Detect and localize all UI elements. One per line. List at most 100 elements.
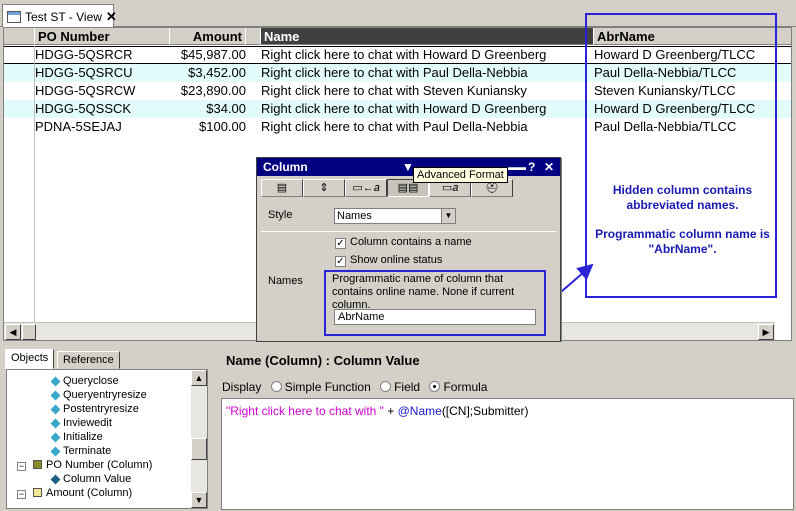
cell-name: Right click here to chat with Steven Kun…: [261, 83, 527, 98]
column-icon: [33, 460, 42, 469]
formula-args: ([CN];Submitter): [441, 404, 529, 418]
cell-amount: $23,890.00: [180, 83, 246, 98]
pane-splitter[interactable]: [0, 342, 796, 346]
scroll-left-icon[interactable]: ◀: [5, 324, 21, 340]
scroll-down-icon[interactable]: ▼: [191, 492, 207, 508]
checkbox-label: Show online status: [350, 254, 443, 266]
cell-po: HDGG-5QSRCR: [35, 47, 133, 62]
hat-icon: ⛑: [485, 182, 499, 194]
tree-item[interactable]: Inviewedit: [50, 416, 112, 430]
cell-amount: $34.00: [206, 101, 246, 116]
editor-title: Name (Column) : Column Value: [226, 353, 420, 368]
collapse-icon[interactable]: −: [17, 462, 26, 471]
tree-item-label: PO Number (Column): [46, 459, 153, 471]
close-icon[interactable]: ✕: [544, 158, 554, 176]
tab-title: Test ST - View: [25, 10, 102, 24]
info-icon: ▤: [276, 182, 288, 194]
font-icon: ▭←𝑎: [352, 182, 380, 194]
tab-reference[interactable]: Reference: [57, 351, 120, 369]
row-selector-divider: [34, 46, 35, 322]
column-header-name[interactable]: Name: [261, 28, 594, 45]
cell-po: HDGG-5QSSCK: [35, 101, 132, 116]
help-icon[interactable]: ?: [528, 158, 535, 176]
formula-radio[interactable]: [429, 381, 441, 392]
tree-item-label: Initialize: [63, 431, 103, 443]
tree-item-label: Inviewedit: [63, 417, 112, 429]
display-options: Display Simple Function Field Formula: [222, 380, 487, 394]
tree-item[interactable]: Amount (Column): [33, 486, 132, 500]
tab-test-st-view[interactable]: Test ST - View ✕: [2, 4, 117, 27]
column-contains-name-checkbox[interactable]: ✓ Column contains a name: [335, 236, 472, 249]
formula-editor[interactable]: "Right click here to chat with " + @Name…: [221, 398, 794, 510]
style-value: Names: [337, 210, 372, 222]
formula-string: "Right click here to chat with ": [226, 404, 384, 418]
close-icon[interactable]: ✕: [106, 9, 117, 24]
cell-amount: $3,452.00: [188, 65, 246, 80]
event-icon: [50, 432, 61, 443]
chevron-down-icon[interactable]: ▼: [441, 209, 455, 223]
tree-item[interactable]: Queryclose: [50, 374, 119, 388]
cell-name: Right click here to chat with Paul Della…: [261, 65, 528, 80]
cell-name: Right click here to chat with Paul Della…: [261, 119, 528, 134]
cell-name: Right click here to chat with Howard D G…: [261, 101, 547, 116]
cell-po: PDNA-5SEJAJ: [35, 119, 122, 134]
tooltip: Advanced Format: [413, 167, 508, 183]
tree-item[interactable]: Queryentryresize: [50, 388, 147, 402]
column-header-po-number[interactable]: PO Number: [35, 28, 170, 45]
style-label: Style: [268, 209, 293, 221]
annotation-line-1: Hidden column contains abbreviated names…: [612, 183, 753, 212]
view-icon: [7, 11, 21, 23]
simple-function-radio[interactable]: [270, 381, 282, 392]
pin-icon[interactable]: ▬▬: [508, 158, 526, 176]
tree-item-label: Queryentryresize: [63, 389, 147, 401]
editor-pane: Name (Column) : Column Value Display Sim…: [218, 347, 796, 511]
objects-pane: Objects Reference Queryclose Queryentryr…: [3, 347, 214, 511]
field-radio[interactable]: [380, 381, 392, 392]
tree-item-label: Column Value: [63, 473, 132, 485]
event-icon: [50, 404, 61, 415]
display-label: Display: [222, 380, 262, 394]
column-icon: [33, 488, 42, 497]
check-icon: ✓: [335, 256, 346, 267]
annotation-line-2: Programmatic column name is "AbrName".: [595, 227, 770, 256]
sort-icon: ⇕: [319, 182, 329, 194]
cell-amount: $100.00: [199, 119, 246, 134]
programmatic-name-input[interactable]: [334, 309, 536, 325]
tree-item[interactable]: Column Value: [50, 472, 132, 486]
tree-item[interactable]: Postentryresize: [50, 402, 139, 416]
radio-label: Formula: [443, 380, 488, 394]
vertical-scrollbar[interactable]: ▲ ▼: [191, 370, 207, 508]
dialog-title-bar[interactable]: Column ▼ ▬▬ ? ✕: [257, 158, 560, 176]
scroll-right-icon[interactable]: ▶: [758, 324, 774, 340]
cell-amount: $45,987.00: [180, 47, 246, 62]
show-online-status-checkbox[interactable]: ✓ Show online status: [335, 254, 442, 267]
column-properties-dialog: Column ▼ ▬▬ ? ✕ ▤ ⇕ ▭←𝑎 ▤▤ ▭𝑎 ⛑ Advanced…: [256, 157, 561, 342]
tree-item[interactable]: PO Number (Column): [33, 458, 152, 472]
tab-font[interactable]: ▭←𝑎: [345, 179, 387, 197]
divider: [261, 231, 556, 232]
event-icon: [50, 418, 61, 429]
scroll-thumb[interactable]: [191, 438, 207, 460]
dialog-tabs: ▤ ⇕ ▭←𝑎 ▤▤ ▭𝑎 ⛑: [261, 179, 556, 197]
formula-function: @Name: [397, 404, 442, 418]
tree-item[interactable]: Initialize: [50, 430, 103, 444]
cell-name: Right click here to chat with Howard D G…: [261, 47, 547, 62]
scroll-up-icon[interactable]: ▲: [191, 370, 207, 386]
tab-objects[interactable]: Objects: [5, 349, 55, 369]
row-selector-header: [4, 28, 35, 45]
column-header-amount[interactable]: Amount: [170, 28, 246, 45]
tree-item[interactable]: Terminate: [50, 444, 111, 458]
annotation-callout: Hidden column contains abbreviated names…: [595, 183, 770, 257]
tab-column-info[interactable]: ▤: [261, 179, 303, 197]
advanced-format-icon: ▤▤: [397, 182, 419, 194]
event-icon: [50, 446, 61, 457]
scroll-thumb[interactable]: [22, 324, 36, 340]
style-select[interactable]: Names ▼: [334, 208, 456, 224]
tab-sorting[interactable]: ⇕: [303, 179, 345, 197]
event-icon: [50, 376, 61, 387]
check-icon: ✓: [335, 238, 346, 249]
collapse-icon[interactable]: −: [17, 490, 26, 499]
programmatic-name-help: Programmatic name of column that contain…: [332, 273, 515, 311]
dialog-title: Column: [263, 160, 308, 174]
column-header-spacer: [246, 28, 261, 45]
